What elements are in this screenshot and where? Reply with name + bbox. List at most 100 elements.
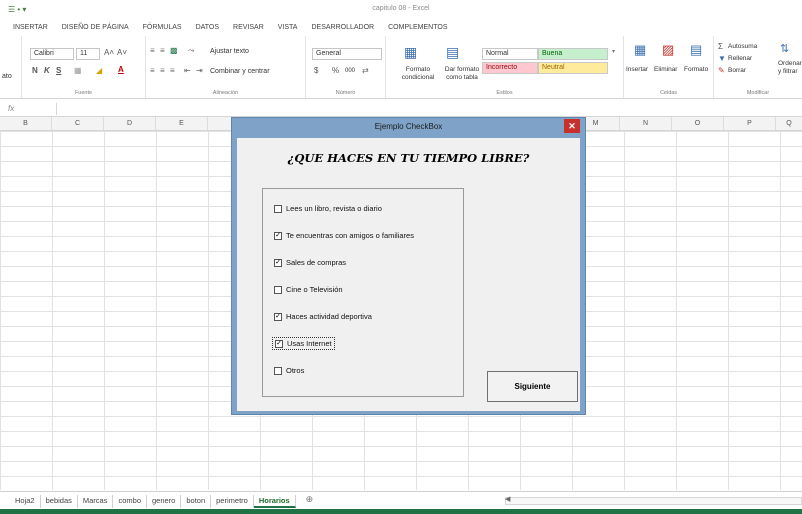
checkbox-box[interactable]: ✓ (274, 231, 282, 240)
orientation-icon[interactable]: ⤳ (188, 46, 194, 56)
tab-desarrollador[interactable]: DESARROLLADOR (304, 22, 381, 36)
checkbox-box[interactable] (274, 285, 282, 294)
currency-button[interactable]: $ (314, 66, 318, 75)
align-bottom-icon[interactable]: ▩ (170, 46, 178, 55)
close-icon[interactable]: ✕ (564, 119, 580, 133)
style-neutral[interactable]: Neutral (538, 62, 608, 74)
column-header-q[interactable]: Q (776, 117, 802, 131)
checkbox-label: Lees un libro, revista o diario (286, 204, 382, 213)
tab-revisar[interactable]: REVISAR (226, 22, 271, 36)
tab-diseno-pagina[interactable]: DISEÑO DE PÁGINA (55, 22, 136, 36)
wrap-text-button[interactable]: Ajustar texto (210, 48, 249, 55)
style-incorrecto[interactable]: Incorrecto (482, 62, 538, 74)
checkbox-label: Otros (286, 366, 305, 375)
number-group-label: Número (335, 90, 356, 96)
insert-cells-button[interactable]: Insertar (626, 66, 648, 73)
decimal-icon[interactable]: ⇄ (362, 66, 369, 75)
autosum-button[interactable]: Autosuma (728, 43, 757, 50)
checkbox-label: Cine o Televisión (286, 285, 343, 294)
fill-button[interactable]: Rellenar (728, 55, 752, 62)
style-buena[interactable]: Buena (538, 48, 608, 60)
sheet-tab-perimetro[interactable]: perimetro (211, 495, 254, 508)
delete-cells-button[interactable]: Eliminar (654, 66, 677, 73)
column-header-p[interactable]: P (724, 117, 776, 131)
delete-cells-icon[interactable]: ▨ (662, 42, 674, 58)
horizontal-scrollbar[interactable] (505, 497, 802, 505)
underline-button[interactable]: S (56, 66, 61, 75)
fill-icon[interactable]: ▼ (718, 54, 726, 63)
checkbox-box[interactable]: ✓ (275, 339, 283, 348)
scroll-left-icon[interactable]: ◀ (505, 495, 510, 503)
checkbox-cine-television[interactable]: Cine o Televisión (272, 284, 345, 295)
format-cells-button[interactable]: Formato (684, 66, 708, 73)
sheet-tab-horarios[interactable]: Horarios (253, 495, 296, 508)
bold-button[interactable]: N (32, 66, 38, 75)
checkbox-box[interactable] (274, 204, 282, 213)
sheet-tab-boton[interactable]: boton (181, 495, 212, 508)
insert-cells-icon[interactable]: ▦ (634, 42, 646, 58)
column-header-c[interactable]: C (52, 117, 104, 131)
checkbox-box[interactable] (274, 366, 282, 375)
format-cells-icon[interactable]: ▤ (690, 42, 702, 58)
fill-color-icon[interactable]: ◢ (96, 66, 102, 75)
checkbox-internet[interactable]: ✓ Usas Internet (272, 337, 335, 350)
align-left-icon[interactable]: ≡ (150, 66, 155, 75)
checkbox-box[interactable]: ✓ (274, 258, 282, 267)
sheet-tab-bebidas[interactable]: bebidas (41, 495, 78, 508)
conditional-format-button[interactable]: Formato condicional (396, 66, 440, 82)
increase-indent-icon[interactable]: ⇥ (196, 66, 203, 75)
tab-formulas[interactable]: FÓRMULAS (136, 22, 189, 36)
sheet-tab-genero[interactable]: genero (147, 495, 182, 508)
number-group: General $ % 000 ⇄ Número (306, 36, 386, 98)
shrink-font-icon[interactable]: A˅ (117, 48, 127, 57)
formula-input[interactable] (56, 103, 802, 115)
next-button[interactable]: Siguiente (487, 371, 578, 402)
sort-filter-icon[interactable]: ⇅ (780, 42, 789, 55)
function-icon[interactable]: fx (8, 104, 14, 113)
align-middle-icon[interactable]: ≡ (160, 46, 165, 55)
align-center-icon[interactable]: ≡ (160, 66, 165, 75)
autosum-icon[interactable]: Σ (718, 42, 723, 51)
sheet-tab-combo[interactable]: combo (113, 495, 147, 508)
font-size-combo[interactable]: 11 (76, 48, 100, 60)
format-table-icon[interactable]: ▤ (446, 44, 459, 61)
checkbox-actividad-deportiva[interactable]: ✓ Haces actividad deportiva (272, 311, 374, 322)
align-right-icon[interactable]: ≡ (170, 66, 175, 75)
font-color-icon[interactable]: A (118, 65, 124, 74)
clear-button[interactable]: Borrar (728, 67, 746, 74)
checkbox-box[interactable]: ✓ (274, 312, 282, 321)
checkbox-amigos-familiares[interactable]: ✓ Te encuentras con amigos o familiares (272, 230, 416, 241)
tab-complementos[interactable]: COMPLEMENTOS (381, 22, 454, 36)
checkbox-compras[interactable]: ✓ Sales de compras (272, 257, 348, 268)
style-normal[interactable]: Normal (482, 48, 538, 60)
checkbox-otros[interactable]: Otros (272, 365, 306, 376)
tab-vista[interactable]: VISTA (271, 22, 305, 36)
add-sheet-icon[interactable]: ⊕ (306, 494, 314, 508)
styles-more-icon[interactable]: ▾ (612, 48, 615, 55)
decrease-indent-icon[interactable]: ⇤ (184, 66, 191, 75)
font-name-combo[interactable]: Calibri (30, 48, 74, 60)
sheet-tab-hoja2[interactable]: Hoja2 (10, 495, 41, 508)
dialog-title-bar[interactable]: Ejemplo CheckBox ✕ (232, 118, 585, 136)
grow-font-icon[interactable]: A˄ (104, 48, 114, 57)
checkbox-lees-libro[interactable]: Lees un libro, revista o diario (272, 203, 384, 214)
column-header-o[interactable]: O (672, 117, 724, 131)
clear-icon[interactable]: ✎ (718, 66, 725, 75)
column-header-n[interactable]: N (620, 117, 672, 131)
column-header-e[interactable]: E (156, 117, 208, 131)
column-header-b[interactable]: B (0, 117, 52, 131)
conditional-format-icon[interactable]: ▦ (404, 44, 417, 61)
thousands-button[interactable]: 000 (345, 68, 355, 74)
percent-button[interactable]: % (332, 66, 339, 75)
tab-datos[interactable]: DATOS (189, 22, 226, 36)
sort-filter-button[interactable]: Ordenar y filtrar (778, 60, 802, 76)
format-as-table-button[interactable]: Dar formato como tabla (440, 66, 484, 82)
italic-button[interactable]: K (44, 66, 50, 75)
column-header-d[interactable]: D (104, 117, 156, 131)
sheet-tab-marcas[interactable]: Marcas (78, 495, 114, 508)
borders-icon[interactable]: ▦ (74, 66, 82, 75)
number-format-combo[interactable]: General (312, 48, 382, 60)
merge-center-button[interactable]: Combinar y centrar (210, 68, 270, 75)
tab-insertar[interactable]: INSERTAR (6, 22, 55, 36)
align-top-icon[interactable]: ≡ (150, 46, 155, 55)
